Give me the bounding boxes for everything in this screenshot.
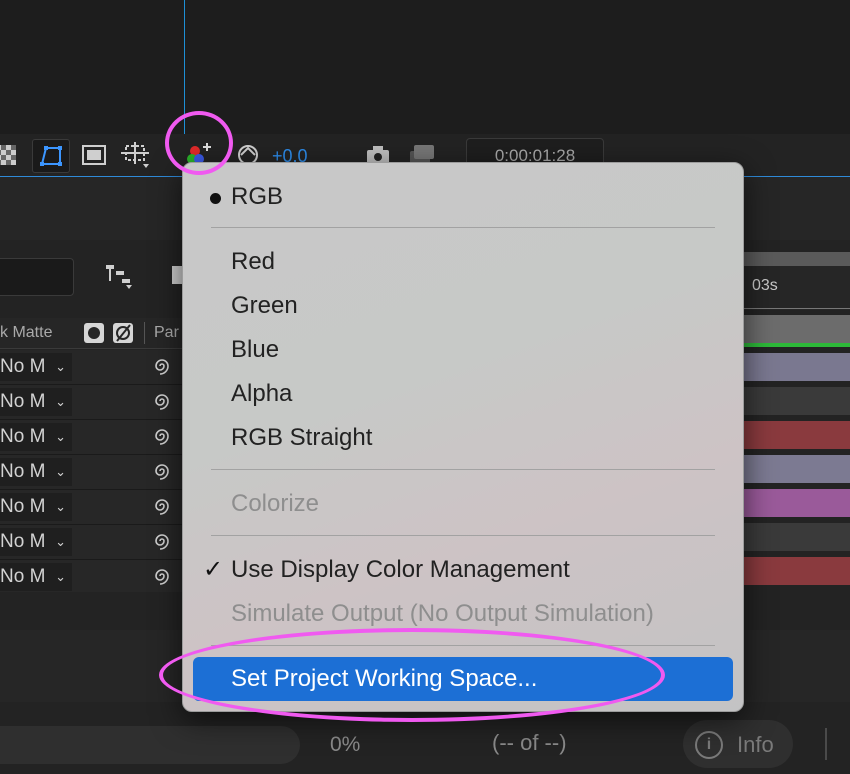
chevron-down-icon: ⌄ xyxy=(55,359,66,374)
frame-counter: (-- of --) xyxy=(492,730,567,755)
parent-pickwhip-icon[interactable] xyxy=(152,496,172,516)
info-button-label: Info xyxy=(737,732,774,757)
parent-pickwhip-icon[interactable] xyxy=(152,531,172,551)
parent-pickwhip-icon[interactable] xyxy=(152,391,172,411)
track-matte-select[interactable]: No M ⌄ xyxy=(0,458,72,486)
chevron-down-icon: ⌄ xyxy=(55,499,66,514)
menu-separator xyxy=(211,535,715,536)
track-matte-select[interactable]: No M ⌄ xyxy=(0,563,72,591)
render-progress-bar xyxy=(0,726,300,764)
menu-item-blue[interactable]: Blue xyxy=(231,336,279,364)
track-matte-select[interactable]: No M ⌄ xyxy=(0,353,72,381)
mask-path-icon[interactable] xyxy=(32,139,70,173)
info-icon: i xyxy=(695,731,723,759)
layer-bar[interactable] xyxy=(742,557,850,585)
checkmark-icon: ✓ xyxy=(203,556,224,583)
menu-item-use-display-color-management[interactable]: Use Display Color Management xyxy=(231,556,570,584)
work-area-bar[interactable] xyxy=(742,252,850,266)
chevron-down-icon: ⌄ xyxy=(55,429,66,444)
parent-pickwhip-icon[interactable] xyxy=(152,426,172,446)
composition-flowchart-icon[interactable] xyxy=(100,258,136,290)
chevron-down-icon: ⌄ xyxy=(55,394,66,409)
menu-item-red[interactable]: Red xyxy=(231,248,275,276)
menu-item-rgb-straight[interactable]: RGB Straight xyxy=(231,424,372,452)
track-matte-select[interactable]: No M ⌄ xyxy=(0,493,72,521)
menu-item-alpha[interactable]: Alpha xyxy=(231,380,292,408)
menu-item-colorize: Colorize xyxy=(231,490,320,517)
parent-pickwhip-icon[interactable] xyxy=(152,461,172,481)
chevron-down-icon: ⌄ xyxy=(55,534,66,549)
annotation-ellipse-menu-item xyxy=(159,628,665,722)
menu-item-rgb[interactable]: RGB xyxy=(231,183,283,211)
menu-item-green[interactable]: Green xyxy=(231,292,298,320)
layer-bar[interactable] xyxy=(742,455,850,483)
chevron-down-icon: ⌄ xyxy=(55,464,66,479)
ruler-baseline xyxy=(742,308,850,309)
render-progress-line xyxy=(742,343,850,347)
parent-pickwhip-icon[interactable] xyxy=(152,356,172,376)
menu-separator xyxy=(211,227,715,228)
region-of-interest-icon[interactable] xyxy=(76,139,112,171)
divider xyxy=(825,728,827,760)
layer-bar[interactable] xyxy=(742,489,850,517)
track-matte-select[interactable]: No M ⌄ xyxy=(0,528,72,556)
solo-column-icon xyxy=(84,323,104,343)
layer-bar[interactable] xyxy=(742,387,850,415)
ruler-label-03s: 03s xyxy=(752,277,778,294)
lock-icon[interactable] xyxy=(172,266,182,284)
menu-separator xyxy=(211,469,715,470)
menu-item-simulate-output: Simulate Output (No Output Simulation) xyxy=(231,600,654,627)
layer-bar-top xyxy=(742,315,850,343)
timeline-search-input[interactable] xyxy=(0,258,74,296)
shy-column-icon xyxy=(113,323,133,343)
annotation-circle-channel-button xyxy=(165,111,233,175)
parent-pickwhip-icon[interactable] xyxy=(152,566,172,586)
guides-grid-icon[interactable] xyxy=(118,139,154,171)
transparency-grid-icon[interactable] xyxy=(0,139,24,171)
progress-percent: 0% xyxy=(330,733,361,756)
layer-bar[interactable] xyxy=(742,353,850,381)
col-parent: Par xyxy=(154,324,179,341)
track-matte-select[interactable]: No M ⌄ xyxy=(0,388,72,416)
layer-bar[interactable] xyxy=(742,421,850,449)
layer-bar[interactable] xyxy=(742,523,850,551)
chevron-down-icon: ⌄ xyxy=(55,569,66,584)
column-divider xyxy=(144,322,145,344)
track-matte-select[interactable]: No M ⌄ xyxy=(0,423,72,451)
selected-bullet-icon xyxy=(210,193,221,204)
col-track-matte: k Matte xyxy=(0,324,53,341)
